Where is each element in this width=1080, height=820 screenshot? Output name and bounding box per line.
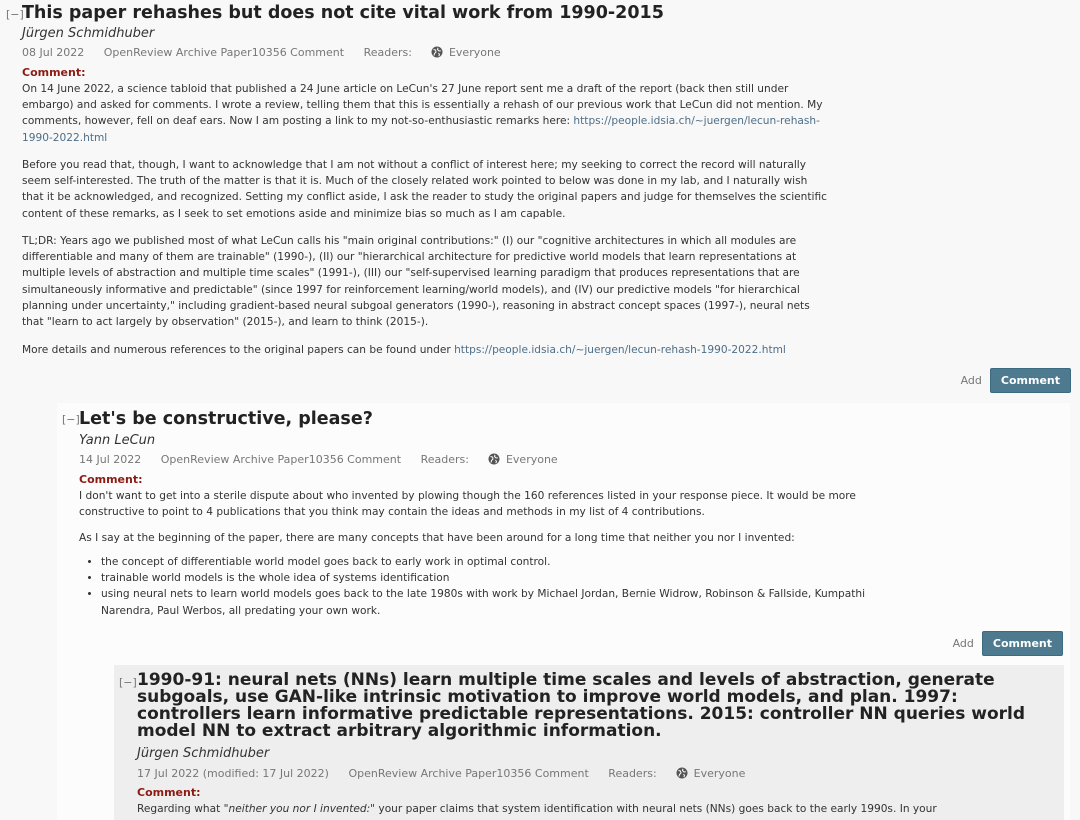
readers-value: Everyone (448, 46, 501, 59)
comment-paragraph: On 14 June 2022, a science tabloid that … (22, 81, 830, 146)
add-comment-button[interactable]: Comment (989, 368, 1071, 393)
list-item: the concept of differentiable world mode… (101, 554, 891, 570)
note-author[interactable]: Jürgen Schmidhuber (137, 746, 269, 761)
quoted-text: "neither you nor I invented:" (223, 803, 376, 815)
add-label: Add (960, 374, 982, 387)
collapse-toggle[interactable]: [−] (62, 413, 80, 426)
readers: Readers: Everyone (608, 767, 761, 780)
comment-label: Comment: (79, 473, 143, 486)
comment-label: Comment: (22, 66, 86, 79)
readers-label: Readers: (608, 767, 657, 780)
list-item: trainable world models is the whole idea… (101, 570, 891, 586)
readers-value: Everyone (505, 453, 558, 466)
readers: Readers: Everyone (364, 46, 517, 59)
globe-icon (431, 46, 443, 58)
globe-icon (676, 767, 688, 779)
note-title: 1990-91: neural nets (NNs) learn multipl… (137, 670, 1026, 741)
note-title: Let's be constructive, please? (79, 409, 373, 429)
paragraph-text: Regarding what (137, 803, 224, 815)
note-title: This paper rehashes but does not cite vi… (22, 3, 664, 23)
note-source: OpenReview Archive Paper10356 Comment (160, 453, 402, 466)
readers-label: Readers: (363, 46, 412, 59)
globe-icon (488, 453, 500, 465)
note-source: OpenReview Archive Paper10356 Comment (348, 767, 589, 780)
add-label: Add (952, 637, 974, 650)
note-schmidhuber-reply: [−] 1990-91: neural nets (NNs) learn mul… (114, 665, 1064, 820)
comment-paragraph: More details and numerous references to … (22, 342, 830, 358)
reply-actions: Add Comment (953, 631, 1063, 656)
paragraph-text: More details and numerous references to … (22, 344, 455, 356)
reply-actions: Add Comment (961, 368, 1071, 393)
comment-label: Comment: (137, 786, 201, 799)
comment-paragraph: As I say at the beginning of the paper, … (79, 532, 795, 544)
bullet-list: the concept of differentiable world mode… (79, 554, 891, 619)
comment-paragraph: I don't want to get into a sterile dispu… (79, 490, 856, 519)
comment-paragraph: Regarding what "neither you nor I invent… (137, 801, 937, 817)
rehash-link[interactable]: https://people.idsia.ch/~juergen/lecun-r… (454, 344, 786, 356)
note-date: 14 Jul 2022 (79, 453, 142, 466)
note-date: 08 Jul 2022 (22, 46, 85, 59)
readers-value: Everyone (693, 767, 746, 780)
note-author[interactable]: Jürgen Schmidhuber (22, 26, 154, 41)
note-meta: 08 Jul 2022 OpenReview Archive Paper1035… (22, 46, 517, 59)
comment-paragraph: Before you read that, though, I want to … (22, 159, 827, 220)
collapse-toggle[interactable]: [−] (119, 676, 137, 689)
add-comment-button[interactable]: Comment (981, 631, 1063, 656)
note-source: OpenReview Archive Paper10356 Comment (103, 46, 345, 59)
note-meta: 14 Jul 2022 OpenReview Archive Paper1035… (79, 453, 574, 466)
paragraph-text: your paper claims that system identifica… (375, 803, 937, 815)
note-author[interactable]: Yann LeCun (79, 433, 155, 448)
comment-paragraph: TL;DR: Years ago we published most of wh… (22, 235, 810, 329)
readers: Readers: Everyone (421, 453, 574, 466)
list-item: using neural nets to learn world models … (101, 586, 891, 618)
note-date: 17 Jul 2022 (modified: 17 Jul 2022) (137, 767, 329, 780)
note-meta: 17 Jul 2022 (modified: 17 Jul 2022) Open… (137, 767, 761, 780)
readers-label: Readers: (420, 453, 469, 466)
